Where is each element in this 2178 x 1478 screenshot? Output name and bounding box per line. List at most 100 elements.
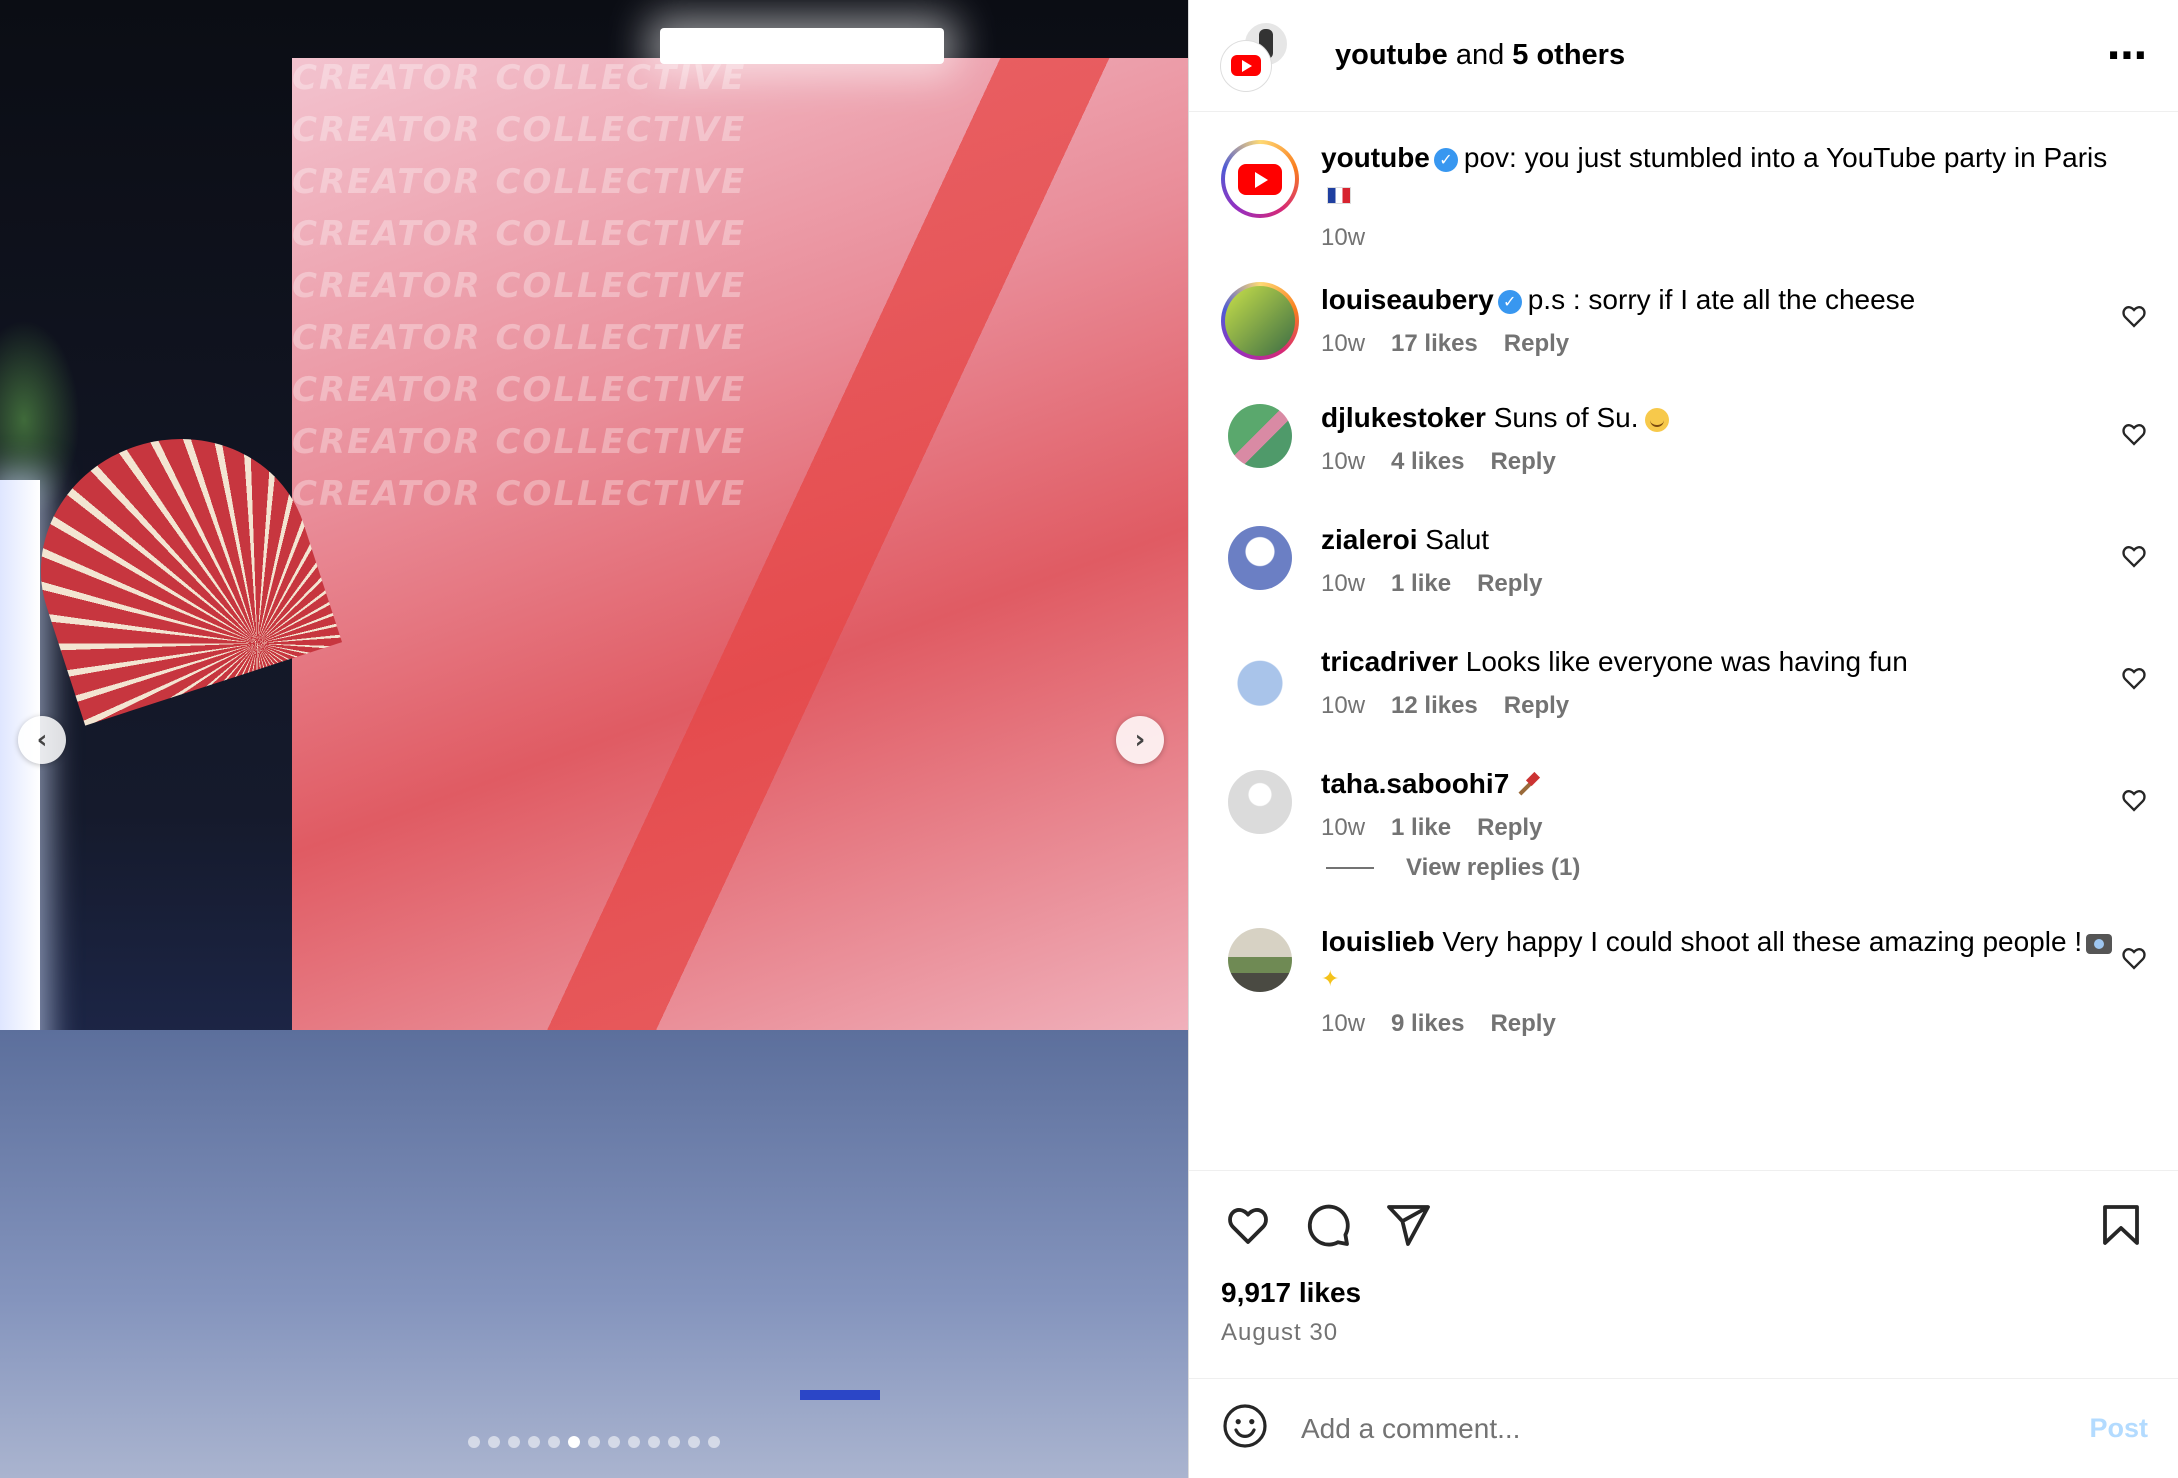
carousel-dot (468, 1436, 480, 1448)
post-actions: 9,917 likes August 30 (1189, 1170, 2178, 1347)
comment-likes[interactable]: 9 likes (1391, 1010, 1464, 1038)
comment-meta: 10w 4 likes Reply (1321, 448, 2148, 476)
comment-likes[interactable]: 4 likes (1391, 448, 1464, 476)
comment-username[interactable]: louislieb (1321, 926, 1435, 957)
heart-icon (2122, 668, 2146, 690)
comment-meta: 10w 1 like Reply (1321, 814, 2148, 842)
view-replies-button[interactable]: View replies (1) (1326, 854, 2148, 882)
comment-likes[interactable]: 12 likes (1391, 692, 1478, 720)
backdrop-text: CREATOR COLLECTIVE (292, 474, 747, 514)
header-connector: and (1447, 39, 1513, 71)
default-avatar-icon[interactable] (1228, 770, 1292, 834)
avatar[interactable] (1228, 648, 1292, 712)
comment-like-button[interactable] (2120, 542, 2148, 570)
previous-slide-button[interactable]: ‹ (18, 716, 66, 764)
caption-text: youtube ✓ pov: you just stumbled into a Yo… (1321, 140, 2148, 212)
carousel-dot (528, 1436, 540, 1448)
carousel-dot (708, 1436, 720, 1448)
header-accounts[interactable]: youtube and 5 others (1335, 39, 1625, 72)
reply-button[interactable]: Reply (1504, 330, 1569, 358)
camera-icon (2086, 933, 2113, 954)
comment-body: tricadriver Looks like everyone was havi… (1321, 644, 2148, 720)
comment-time[interactable]: 10w (1321, 448, 1365, 476)
comment-item: louislieb Very happy I could shoot all t… (1221, 924, 2148, 1038)
reply-button[interactable]: Reply (1477, 570, 1542, 598)
more-options-button[interactable]: ⋯ (2107, 36, 2148, 76)
reply-button[interactable]: Reply (1490, 448, 1555, 476)
story-ring-avatar[interactable] (1221, 140, 1299, 218)
heart-icon (2122, 948, 2146, 970)
comment-body: zialeroi Salut 10w 1 like Reply (1321, 522, 2148, 598)
carousel-dot (488, 1436, 500, 1448)
comment-username[interactable]: taha.saboohi7 (1321, 768, 1509, 799)
avatar[interactable] (1228, 928, 1292, 992)
like-button[interactable] (1221, 1198, 1275, 1252)
comment-text: taha.saboohi7 (1321, 766, 2148, 802)
reply-button[interactable]: Reply (1490, 1010, 1555, 1038)
collab-avatars[interactable] (1221, 20, 1311, 91)
next-slide-button[interactable]: › (1116, 716, 1164, 764)
story-ring-avatar[interactable] (1221, 282, 1299, 360)
comment-likes[interactable]: 1 like (1391, 570, 1451, 598)
comment-like-button[interactable] (2120, 786, 2148, 814)
backdrop-text: CREATOR COLLECTIVE (292, 214, 747, 254)
reply-button[interactable]: Reply (1504, 692, 1569, 720)
comment-text: louislieb Very happy I could shoot all t… (1321, 924, 2148, 998)
post-button[interactable]: Post (2089, 1413, 2148, 1444)
comment-input[interactable] (1301, 1412, 2090, 1445)
caption-time[interactable]: 10w (1321, 224, 1365, 252)
carousel-dot (588, 1436, 600, 1448)
account-link[interactable]: youtube (1335, 39, 1448, 71)
comment-item: zialeroi Salut 10w 1 like Reply (1221, 522, 2148, 598)
post-date[interactable]: August 30 (1221, 1319, 2148, 1347)
avatar[interactable] (1228, 526, 1292, 590)
comment-username[interactable]: tricadriver (1321, 646, 1458, 677)
backdrop-text: CREATOR COLLECTIVE (292, 58, 747, 98)
emoji-picker-button[interactable] (1221, 1402, 1269, 1455)
ceiling-light (660, 28, 944, 64)
likes-count[interactable]: 9,917 likes (1221, 1277, 2148, 1309)
smiling-face-icon (1644, 407, 1669, 432)
comment-button[interactable] (1301, 1198, 1355, 1252)
verified-badge-icon: ✓ (1497, 289, 1522, 314)
comment-time[interactable]: 10w (1321, 330, 1365, 358)
razor-icon (1515, 773, 1541, 799)
post-caption: youtube ✓ pov: you just stumbled into a Yo… (1221, 112, 2148, 252)
comment-time[interactable]: 10w (1321, 814, 1365, 842)
comment-time[interactable]: 10w (1321, 1010, 1365, 1038)
comment-body: djlukestoker Suns of Su. 10w 4 likes Rep… (1321, 400, 2148, 476)
youtube-logo-icon (1238, 163, 1282, 195)
comment-username[interactable]: zialeroi (1321, 524, 1417, 555)
others-link[interactable]: 5 others (1512, 39, 1625, 71)
comment-meta: 10w 1 like Reply (1321, 570, 2148, 598)
backdrop-text: CREATOR COLLECTIVE (292, 110, 747, 150)
carousel-dot (668, 1436, 680, 1448)
avatar[interactable] (1228, 404, 1292, 468)
comment-likes[interactable]: 1 like (1391, 814, 1451, 842)
comment-username[interactable]: louiseaubery (1321, 284, 1494, 315)
share-button[interactable] (1381, 1198, 1435, 1252)
comment-like-button[interactable] (2120, 302, 2148, 330)
carousel-dot-active (568, 1436, 580, 1448)
comment-time[interactable]: 10w (1321, 692, 1365, 720)
comment-item: tricadriver Looks like everyone was havi… (1221, 644, 2148, 720)
comment-like-button[interactable] (2120, 944, 2148, 972)
reply-button[interactable]: Reply (1477, 814, 1542, 842)
comment-username[interactable]: djlukestoker (1321, 402, 1486, 433)
carousel-dot (648, 1436, 660, 1448)
carousel-dot (608, 1436, 620, 1448)
comment-like-button[interactable] (2120, 664, 2148, 692)
comment-like-button[interactable] (2120, 420, 2148, 448)
comment-time[interactable]: 10w (1321, 570, 1365, 598)
comment-likes[interactable]: 17 likes (1391, 330, 1478, 358)
comment-icon (1307, 1204, 1350, 1247)
post-media[interactable]: CREATOR COLLECTIVE CREATOR COLLECTIVE CR… (0, 0, 1188, 1478)
caption-username[interactable]: youtube (1321, 142, 1430, 173)
verified-badge-icon: ✓ (1433, 147, 1458, 172)
backdrop-text: CREATOR COLLECTIVE (292, 422, 747, 462)
comment-body: louiseaubery ✓ p.s : sorry if I ate all th… (1321, 282, 2148, 358)
avatar (1225, 144, 1295, 214)
comment-item: taha.saboohi7 10w 1 like Reply (1221, 766, 2148, 842)
save-button[interactable] (2094, 1198, 2148, 1252)
comments-list[interactable]: youtube ✓ pov: you just stumbled into a Yo… (1189, 112, 2178, 1170)
